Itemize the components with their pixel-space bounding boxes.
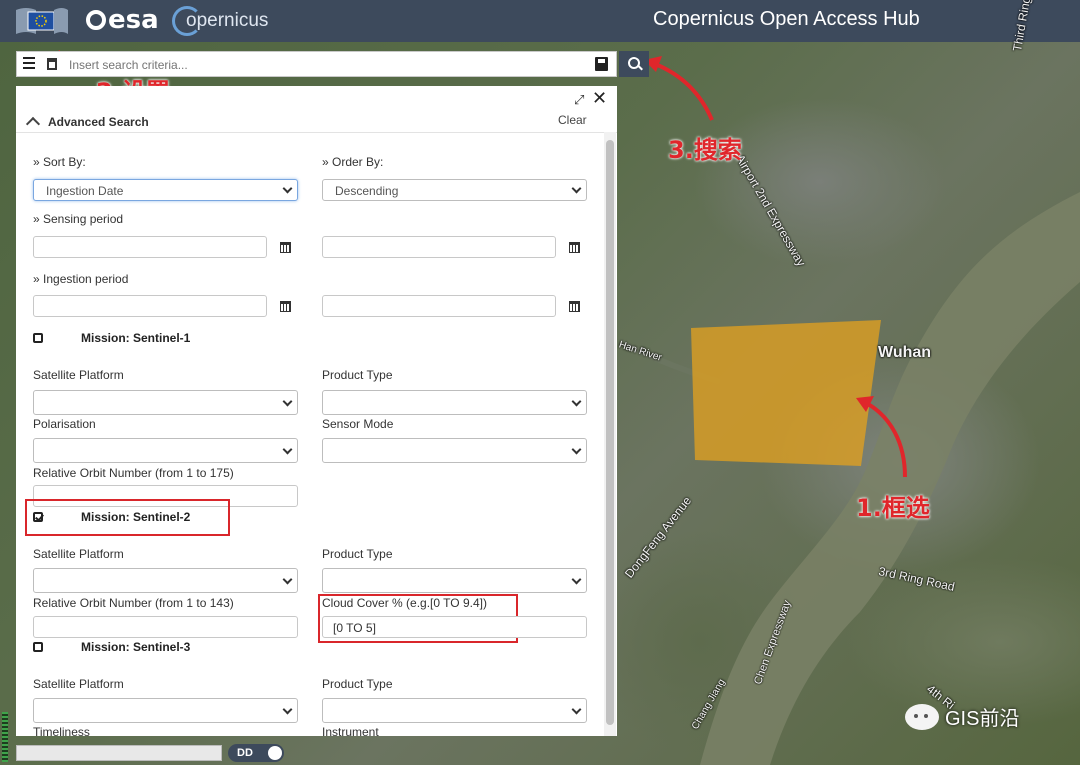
chevron-down-icon bbox=[282, 704, 293, 715]
s2-cloud-cover-label: Cloud Cover % (e.g.[0 TO 9.4]) bbox=[322, 596, 487, 610]
annotation-step3: 3.搜索 bbox=[668, 136, 742, 164]
annotation-step1: 1.框选 bbox=[856, 494, 930, 522]
chevron-down-icon bbox=[571, 396, 582, 407]
s1-relative-orbit-label: Relative Orbit Number (from 1 to 175) bbox=[33, 466, 234, 480]
calendar-icon[interactable] bbox=[569, 242, 580, 253]
eu-flag-icon bbox=[16, 6, 68, 36]
chevron-down-icon bbox=[282, 574, 293, 585]
panel-header: ⤢ ✕ Advanced Search Clear bbox=[16, 86, 617, 133]
s1-product-type-select[interactable] bbox=[322, 390, 587, 415]
chevron-up-icon bbox=[25, 116, 41, 132]
chevron-down-icon bbox=[571, 574, 582, 585]
sentinel-3-title: Mission: Sentinel-3 bbox=[81, 640, 191, 654]
search-button[interactable] bbox=[619, 51, 649, 77]
s2-relative-orbit-input[interactable] bbox=[33, 616, 298, 638]
s1-product-type-label: Product Type bbox=[322, 368, 393, 382]
search-icon bbox=[628, 57, 640, 69]
calendar-icon[interactable] bbox=[280, 242, 291, 253]
watermark-text: GIS前沿 bbox=[945, 708, 1020, 730]
sentinel-3-checkbox[interactable] bbox=[33, 642, 43, 652]
chevron-down-icon bbox=[282, 183, 293, 194]
s2-product-type-label: Product Type bbox=[322, 547, 393, 561]
s2-satellite-platform-select[interactable] bbox=[33, 568, 298, 593]
order-by-select[interactable]: Descending bbox=[322, 179, 587, 201]
s2-product-type-select[interactable] bbox=[322, 568, 587, 593]
s1-satellite-platform-label: Satellite Platform bbox=[33, 368, 124, 382]
app-header: esa opernicus Copernicus Open Access Hub bbox=[0, 0, 1080, 42]
copernicus-logo[interactable]: opernicus bbox=[172, 4, 268, 38]
watermark: GIS前沿 bbox=[905, 702, 1019, 731]
s3-instrument-label: Instrument bbox=[322, 725, 379, 736]
esa-logo-text: esa bbox=[108, 5, 159, 35]
search-bar bbox=[16, 51, 617, 77]
sentinel-2-checkbox[interactable] bbox=[33, 512, 43, 522]
chevron-down-icon bbox=[571, 444, 582, 455]
s1-polarisation-select[interactable] bbox=[33, 438, 298, 463]
expand-icon[interactable]: ⤢ bbox=[574, 92, 584, 108]
s3-satellite-platform-label: Satellite Platform bbox=[33, 677, 124, 691]
advanced-search-panel: ⤢ ✕ Advanced Search Clear » Sort By: » O… bbox=[16, 86, 617, 736]
sort-by-label: » Sort By: bbox=[33, 155, 86, 169]
order-by-value: Descending bbox=[335, 184, 399, 198]
page-title: Copernicus Open Access Hub bbox=[653, 8, 920, 30]
sensing-end-input[interactable] bbox=[322, 236, 556, 258]
sentinel-1-title: Mission: Sentinel-1 bbox=[81, 331, 191, 345]
chevron-down-icon bbox=[571, 183, 582, 194]
sentinel-2-title: Mission: Sentinel-2 bbox=[81, 510, 191, 524]
order-by-label: » Order By: bbox=[322, 155, 384, 169]
wechat-icon bbox=[905, 703, 939, 730]
advanced-search-title: Advanced Search bbox=[48, 115, 149, 129]
panel-scrollbar[interactable] bbox=[604, 132, 616, 736]
advanced-search-toggle[interactable]: Advanced Search bbox=[25, 115, 149, 132]
s2-cloud-cover-input[interactable]: [0 TO 5] bbox=[322, 616, 587, 638]
chevron-down-icon bbox=[282, 444, 293, 455]
s3-product-type-label: Product Type bbox=[322, 677, 393, 691]
filter-icon[interactable] bbox=[47, 58, 57, 70]
s3-satellite-platform-select[interactable] bbox=[33, 698, 298, 723]
ingestion-start-input[interactable] bbox=[33, 295, 267, 317]
sort-by-value: Ingestion Date bbox=[46, 184, 124, 198]
toggle-knob bbox=[268, 746, 282, 760]
calendar-icon[interactable] bbox=[280, 301, 291, 312]
s3-timeliness-label: Timeliness bbox=[33, 725, 90, 736]
s2-relative-orbit-label: Relative Orbit Number (from 1 to 143) bbox=[33, 596, 234, 610]
s1-sensor-mode-label: Sensor Mode bbox=[322, 417, 394, 431]
sensing-start-input[interactable] bbox=[33, 236, 267, 258]
ingestion-period-label: » Ingestion period bbox=[33, 272, 129, 286]
search-input[interactable] bbox=[67, 55, 591, 75]
s1-sensor-mode-select[interactable] bbox=[322, 438, 587, 463]
esa-logo[interactable]: esa bbox=[86, 5, 159, 35]
s3-product-type-select[interactable] bbox=[322, 698, 587, 723]
clear-button[interactable]: Clear bbox=[558, 113, 587, 127]
s1-polarisation-label: Polarisation bbox=[33, 417, 96, 431]
sort-by-select[interactable]: Ingestion Date bbox=[33, 179, 298, 201]
coordinate-format-toggle[interactable]: DD bbox=[228, 744, 284, 762]
sentinel-1-checkbox[interactable] bbox=[33, 333, 43, 343]
esa-ring-icon bbox=[86, 10, 106, 30]
close-icon[interactable]: ✕ bbox=[592, 88, 607, 109]
copernicus-logo-text: opernicus bbox=[186, 10, 269, 31]
save-icon[interactable] bbox=[595, 57, 608, 71]
chevron-down-icon bbox=[571, 704, 582, 715]
sensing-period-label: » Sensing period bbox=[33, 212, 124, 226]
scroll-thumb[interactable] bbox=[606, 140, 614, 725]
ingestion-end-input[interactable] bbox=[322, 295, 556, 317]
zoom-indicator bbox=[2, 712, 8, 762]
chevron-down-icon bbox=[282, 396, 293, 407]
coordinate-bar bbox=[16, 745, 222, 761]
calendar-icon[interactable] bbox=[569, 301, 580, 312]
s2-satellite-platform-label: Satellite Platform bbox=[33, 547, 124, 561]
menu-icon[interactable] bbox=[23, 57, 35, 71]
s1-satellite-platform-select[interactable] bbox=[33, 390, 298, 415]
coordinate-format-label: DD bbox=[237, 747, 253, 759]
